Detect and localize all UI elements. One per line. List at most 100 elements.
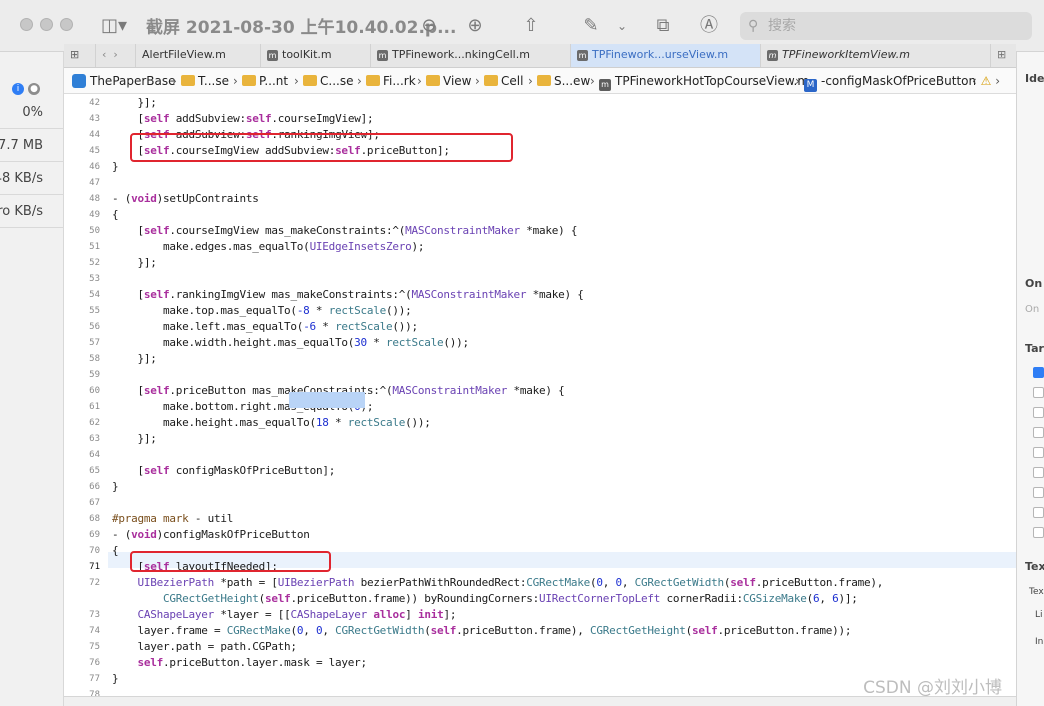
objc-file-icon: m [599, 79, 611, 91]
breadcrumb-folder[interactable]: C...se [303, 68, 353, 94]
rotate-icon[interactable]: ⧉ [650, 12, 676, 40]
code-line[interactable]: make.top.mas_equalTo(-8 * rectScale()); [112, 304, 412, 317]
code-line[interactable]: make.width.height.mas_equalTo(30 * rectS… [112, 336, 469, 349]
tab-rankingcell[interactable]: m TPFinework...nkingCell.m [371, 44, 571, 67]
target-checkbox[interactable] [1033, 447, 1044, 458]
source-editor[interactable]: 42 43 44 45 46 47 48 49 50 51 52 53 54 55 56 57 58 59 60 61… [64, 94, 1016, 706]
identity-section-label: Iden [1025, 72, 1044, 85]
breadcrumb-file[interactable]: m TPFineworkHotTopCourseView.m [599, 68, 809, 94]
zoom-window-button[interactable] [60, 18, 73, 31]
breadcrumb-method[interactable]: M -configMaskOfPriceButton [804, 68, 976, 94]
line-number: 63 [89, 434, 100, 444]
chevron-right-icon: › [357, 74, 362, 88]
target-checkbox[interactable] [1033, 507, 1044, 518]
markup-pen-icon[interactable]: ✎ [578, 12, 604, 40]
line-number: 66 [89, 482, 100, 492]
zoom-in-icon[interactable]: ⊕ [462, 12, 488, 40]
chevron-right-icon: › [294, 74, 299, 88]
line-number: 55 [89, 306, 100, 316]
line-number: 59 [89, 370, 100, 380]
issue-nav-icon[interactable]: ‹ ⚠ › [972, 68, 1000, 94]
line-number: 68 [89, 514, 100, 524]
code-line[interactable]: [self.rankingImgView mas_makeConstraints… [112, 288, 583, 301]
code-line[interactable]: layer.frame = CGRectMake(0, 0, CGRectGet… [112, 624, 851, 637]
debug-bar [64, 696, 1016, 706]
line-number: 64 [89, 450, 100, 460]
target-checkbox[interactable] [1033, 407, 1044, 418]
target-membership-label: Targ [1025, 342, 1044, 355]
code-line[interactable]: make.left.mas_equalTo(-6 * rectScale()); [112, 320, 418, 333]
folder-icon [181, 75, 195, 86]
code-line[interactable]: CGRectGetHeight(self.priceButton.frame))… [112, 592, 858, 605]
sidebar-toggle-icon[interactable]: ◫▾ [96, 12, 132, 40]
minimize-window-button[interactable] [40, 18, 53, 31]
breadcrumb-label: Cell [501, 74, 524, 88]
code-line[interactable]: - (void)setUpContraints [112, 192, 259, 205]
code-line[interactable]: }]; [112, 96, 156, 109]
tab-toolkit[interactable]: m toolKit.m [261, 44, 371, 67]
code-line[interactable]: } [112, 672, 119, 685]
chevron-down-icon[interactable]: ⌄ [612, 12, 632, 40]
code-line[interactable] [112, 368, 138, 381]
breadcrumb-folder[interactable]: Cell [484, 68, 523, 94]
breadcrumb-folder[interactable]: T...se [181, 68, 229, 94]
code-line[interactable]: } [112, 480, 119, 493]
code-line[interactable] [112, 448, 138, 461]
target-checkbox[interactable] [1033, 487, 1044, 498]
code-line[interactable]: [self addSubview:self.courseImgView]; [112, 112, 373, 125]
screenshot-window: ◫▾ 截屏 2021-08-30 上午10.40.02.p... ⊖ ⊕ ⇧ ✎… [0, 0, 1044, 706]
close-window-button[interactable] [20, 18, 33, 31]
code-line[interactable]: - (void)configMaskOfPriceButton [112, 528, 310, 541]
target-checkbox[interactable] [1033, 527, 1044, 538]
breadcrumb-label: ThePaperBase [90, 74, 176, 88]
add-editor-icon[interactable]: ⊞ [991, 44, 1016, 67]
code-line[interactable]: }]; [112, 352, 156, 365]
code-line[interactable]: make.edges.mas_equalTo(UIEdgeInsetsZero)… [112, 240, 425, 253]
code-line[interactable]: layer.path = path.CGPath; [112, 640, 297, 653]
nav-back-forward-icon[interactable]: ‹ › [96, 44, 136, 67]
memory-usage: 07.7 MB [0, 138, 43, 153]
code-line[interactable]: }]; [112, 256, 156, 269]
code-line[interactable]: [self.courseImgView mas_makeConstraints:… [112, 224, 577, 237]
code-line[interactable]: make.height.mas_equalTo(18 * rectScale()… [112, 416, 431, 429]
code-line[interactable]: { [112, 544, 119, 557]
target-checkbox[interactable] [1033, 427, 1044, 438]
target-checkbox[interactable] [1033, 387, 1044, 398]
code-line[interactable] [112, 272, 138, 285]
tab-courseview[interactable]: m TPFinework...urseView.m [571, 44, 761, 67]
target-checkbox[interactable] [1033, 367, 1044, 378]
share-icon[interactable]: ⇧ [518, 12, 544, 40]
line-number: 75 [89, 642, 100, 652]
breadcrumb-folder[interactable]: Fi...rk [366, 68, 416, 94]
line-number: 42 [89, 98, 100, 108]
code-line[interactable]: { [112, 208, 119, 221]
search-field[interactable]: ⚲ 搜索 [740, 12, 1032, 40]
code-line[interactable]: UIBezierPath *path = [UIBezierPath bezie… [112, 576, 884, 589]
chevron-right-icon: › [475, 74, 480, 88]
code-line[interactable]: } [112, 160, 119, 173]
code-line[interactable]: self.priceButton.layer.mask = layer; [112, 656, 368, 669]
tab-itemview[interactable]: m TPFineworkItemView.m [761, 44, 991, 67]
breadcrumb-folder[interactable]: P...nt [242, 68, 288, 94]
breadcrumb-folder[interactable]: View [426, 68, 471, 94]
annotate-icon[interactable]: Ⓐ [696, 12, 722, 40]
code-line[interactable]: }]; [112, 432, 156, 445]
code-line[interactable]: [self configMaskOfPriceButton]; [112, 464, 335, 477]
tab-alertfileview[interactable]: AlertFileView.m [136, 44, 261, 67]
on-demand-field[interactable]: On [1025, 304, 1039, 315]
code-line[interactable]: #pragma mark - util [112, 512, 233, 525]
related-items-icon[interactable]: ⊞ [64, 44, 96, 67]
breadcrumb-project[interactable]: ThePaperBase [72, 68, 176, 94]
search-icon: ⚲ [748, 18, 759, 34]
breadcrumb-folder[interactable]: S...ew [537, 68, 590, 94]
target-checkbox[interactable] [1033, 467, 1044, 478]
tab-label: TPFinework...urseView.m [592, 48, 729, 61]
line-number: 54 [89, 290, 100, 300]
line-number: 72 [89, 578, 100, 588]
line-number: 73 [89, 610, 100, 620]
inspector-panel: Iden On On Targ Tex Tex Li In [1016, 52, 1044, 706]
line-number: 60 [89, 386, 100, 396]
zoom-out-icon[interactable]: ⊖ [416, 12, 442, 40]
annotation-box-addsubview [130, 133, 513, 162]
code-line[interactable]: CAShapeLayer *layer = [[CAShapeLayer all… [112, 608, 457, 621]
